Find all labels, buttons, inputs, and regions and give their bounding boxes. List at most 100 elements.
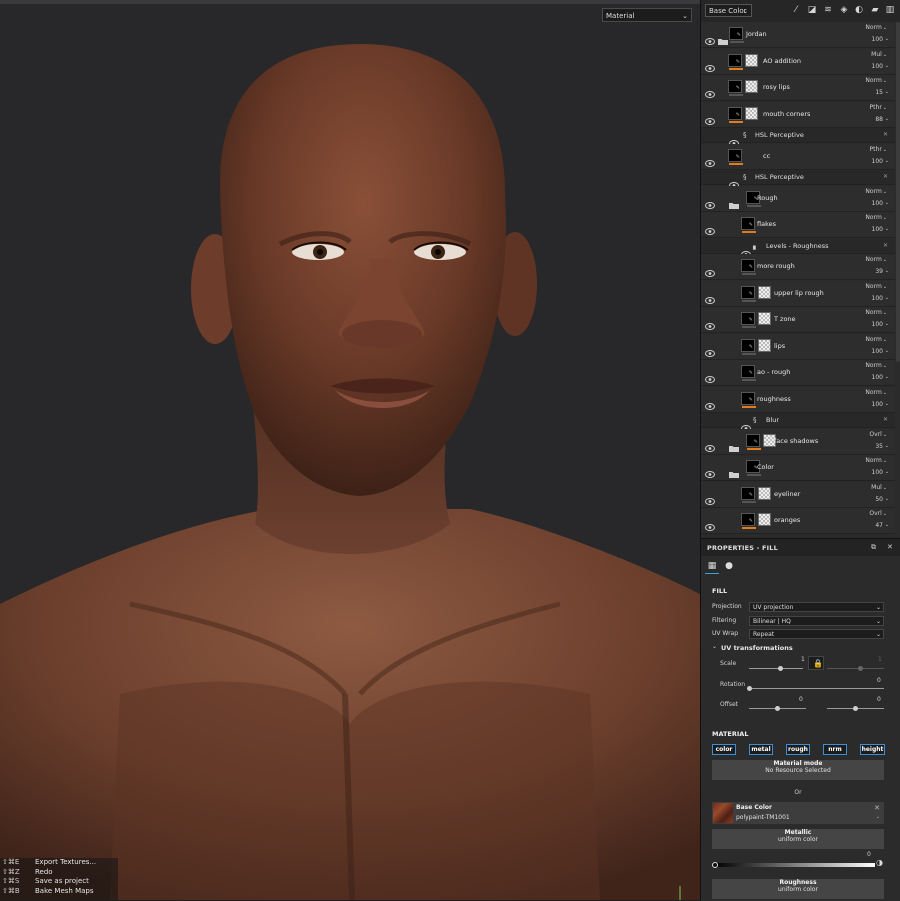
- layer-blend-mode[interactable]: Norm⌄: [865, 214, 887, 221]
- layer-thumbnail[interactable]: ✎: [741, 217, 756, 233]
- chevron-down-icon[interactable]: ⌄: [885, 295, 889, 301]
- layer-thumbnail[interactable]: ✎: [728, 53, 743, 70]
- chevron-down-icon[interactable]: ⌄: [885, 89, 889, 95]
- eye-icon[interactable]: [705, 194, 715, 209]
- uv-transformations-title[interactable]: UV transformations: [721, 644, 793, 652]
- layer-blend-mode[interactable]: Norm⌄: [865, 24, 887, 31]
- layer-thumbnail[interactable]: ✎: [741, 259, 756, 275]
- layer-row[interactable]: ✎ lips Norm⌄ 100 ⌄: [701, 333, 895, 360]
- layer-blend-mode[interactable]: Norm⌄: [865, 336, 887, 343]
- metallic-knob[interactable]: [712, 862, 718, 868]
- layer-opacity[interactable]: 100: [872, 36, 883, 43]
- layer-name[interactable]: cc: [763, 152, 770, 160]
- close-icon[interactable]: ✕: [883, 131, 888, 138]
- channel-toggle-height[interactable]: height: [860, 744, 885, 755]
- layer-name[interactable]: Color: [757, 463, 774, 471]
- layer-blend-mode[interactable]: Ovrl⌄: [869, 510, 887, 517]
- layer-thumbnail[interactable]: ✎: [746, 433, 761, 450]
- scale-knob-u[interactable]: [778, 666, 783, 671]
- layer-name[interactable]: flakes: [757, 220, 776, 228]
- chevron-down-icon[interactable]: ⌄: [885, 158, 889, 164]
- projection-select[interactable]: UV projection ⌄: [749, 602, 884, 612]
- layer-thumbnail[interactable]: ✎: [741, 365, 756, 381]
- eye-icon[interactable]: [741, 417, 751, 432]
- layer-name[interactable]: eyeliner: [774, 490, 800, 498]
- layers-scrollbar[interactable]: [896, 22, 900, 362]
- layer-blend-mode[interactable]: Norm⌄: [865, 389, 887, 396]
- layer-row[interactable]: ✎ roughness Norm⌄ 100 ⌄: [701, 386, 895, 413]
- layer-thumbnail[interactable]: ✎: [729, 27, 744, 43]
- layer-row[interactable]: ✎ eyeliner Mul⌄ 50 ⌄: [701, 481, 895, 508]
- layer-blend-mode[interactable]: Ovrl⌄: [869, 431, 887, 438]
- layer-blend-mode[interactable]: Norm⌄: [865, 256, 887, 263]
- close-icon[interactable]: ✕: [883, 416, 888, 423]
- layer-row[interactable]: ✎ Color Norm⌄ 100 ⌄: [701, 455, 895, 481]
- layer-row[interactable]: ✎ oranges Ovrl⌄ 47 ⌄: [701, 508, 895, 534]
- scale-slider-u[interactable]: [749, 668, 803, 669]
- eye-icon[interactable]: [741, 243, 751, 258]
- layer-opacity[interactable]: 100: [872, 158, 883, 165]
- add-layer-icon[interactable]: ≋: [823, 5, 833, 15]
- layer-opacity[interactable]: 88: [875, 116, 883, 123]
- layer-opacity[interactable]: 100: [872, 226, 883, 233]
- layer-thumbnail[interactable]: ✎: [741, 391, 756, 408]
- offset-knob-v[interactable]: [853, 706, 858, 711]
- eye-icon[interactable]: [705, 220, 715, 235]
- eye-icon[interactable]: [729, 174, 739, 189]
- layer-blend-mode[interactable]: Norm⌄: [865, 362, 887, 369]
- layer-name[interactable]: Jordan: [746, 30, 767, 38]
- mask-thumbnail[interactable]: [745, 80, 758, 93]
- layer-row[interactable]: ✎ more rough Norm⌄ 39 ⌄: [701, 254, 895, 280]
- chevron-down-icon[interactable]: ⌄: [712, 643, 717, 650]
- uvwrap-select[interactable]: Repeat ⌄: [749, 629, 884, 639]
- eye-icon[interactable]: [705, 437, 715, 452]
- rotation-knob[interactable]: [747, 686, 752, 691]
- rotation-slider[interactable]: [749, 688, 884, 689]
- layer-effect-row[interactable]: ▖ Levels - Roughness ✕: [701, 238, 895, 258]
- magic-wand-icon[interactable]: ⁄: [791, 5, 801, 15]
- layer-blend-mode[interactable]: Mul⌄: [871, 51, 887, 58]
- chevron-down-icon[interactable]: ⌄: [885, 348, 889, 354]
- close-icon[interactable]: ✕: [883, 173, 888, 180]
- mask-thumbnail[interactable]: [758, 486, 771, 500]
- mask-thumbnail[interactable]: [758, 312, 771, 325]
- layer-opacity[interactable]: 47: [875, 522, 883, 529]
- tab-fill-settings[interactable]: ▦: [705, 559, 719, 574]
- delete-icon[interactable]: ▥: [885, 5, 895, 15]
- folder-icon[interactable]: [729, 437, 739, 452]
- metallic-slider[interactable]: [715, 863, 875, 867]
- layer-row[interactable]: ✎ upper lip rough Norm⌄ 100 ⌄: [701, 280, 895, 307]
- filtering-select[interactable]: Bilinear | HQ ⌄: [749, 616, 884, 626]
- folder-icon[interactable]: [729, 463, 739, 478]
- layer-opacity[interactable]: 100: [872, 374, 883, 381]
- layer-effect-row[interactable]: § HSL Perceptive ✕: [701, 128, 895, 147]
- layer-opacity[interactable]: 35: [875, 443, 883, 450]
- layer-blend-mode[interactable]: Norm⌄: [865, 457, 887, 464]
- layer-opacity[interactable]: 15: [875, 89, 883, 96]
- layer-thumbnail[interactable]: ✎: [741, 513, 756, 529]
- layer-name[interactable]: face shadows: [774, 437, 818, 445]
- layer-thumbnail[interactable]: ✎: [741, 486, 756, 503]
- chevron-down-icon[interactable]: ⌄: [885, 496, 889, 502]
- chevron-down-icon[interactable]: ⌄: [885, 469, 889, 475]
- metallic-slot[interactable]: Metallic uniform color: [712, 829, 884, 849]
- layer-blend-mode[interactable]: Pthr⌄: [870, 146, 887, 153]
- chevron-down-icon[interactable]: ⌄: [885, 522, 889, 528]
- layer-name[interactable]: T zone: [774, 315, 796, 323]
- layer-blend-mode[interactable]: Norm⌄: [865, 77, 887, 84]
- layer-thumbnail[interactable]: ✎: [741, 338, 756, 355]
- layer-thumbnail[interactable]: ✎: [741, 312, 756, 328]
- chevron-down-icon[interactable]: ⌄: [885, 36, 889, 42]
- undock-icon[interactable]: ⧉: [871, 543, 876, 552]
- chevron-down-icon[interactable]: ⌄: [885, 443, 889, 449]
- layer-name[interactable]: upper lip rough: [774, 289, 824, 297]
- layer-name[interactable]: ao - rough: [757, 368, 790, 376]
- chevron-down-icon[interactable]: ⌄: [885, 226, 889, 232]
- layer-opacity[interactable]: 100: [872, 200, 883, 207]
- layer-row[interactable]: ✎ flakes Norm⌄ 100 ⌄: [701, 212, 895, 238]
- eye-icon[interactable]: [705, 315, 715, 330]
- roughness-slot[interactable]: Roughness uniform color: [712, 879, 884, 899]
- fill-layer-icon[interactable]: ◐: [854, 5, 864, 15]
- layer-blend-mode[interactable]: Mul⌄: [871, 484, 887, 491]
- folder-icon[interactable]: [729, 194, 739, 209]
